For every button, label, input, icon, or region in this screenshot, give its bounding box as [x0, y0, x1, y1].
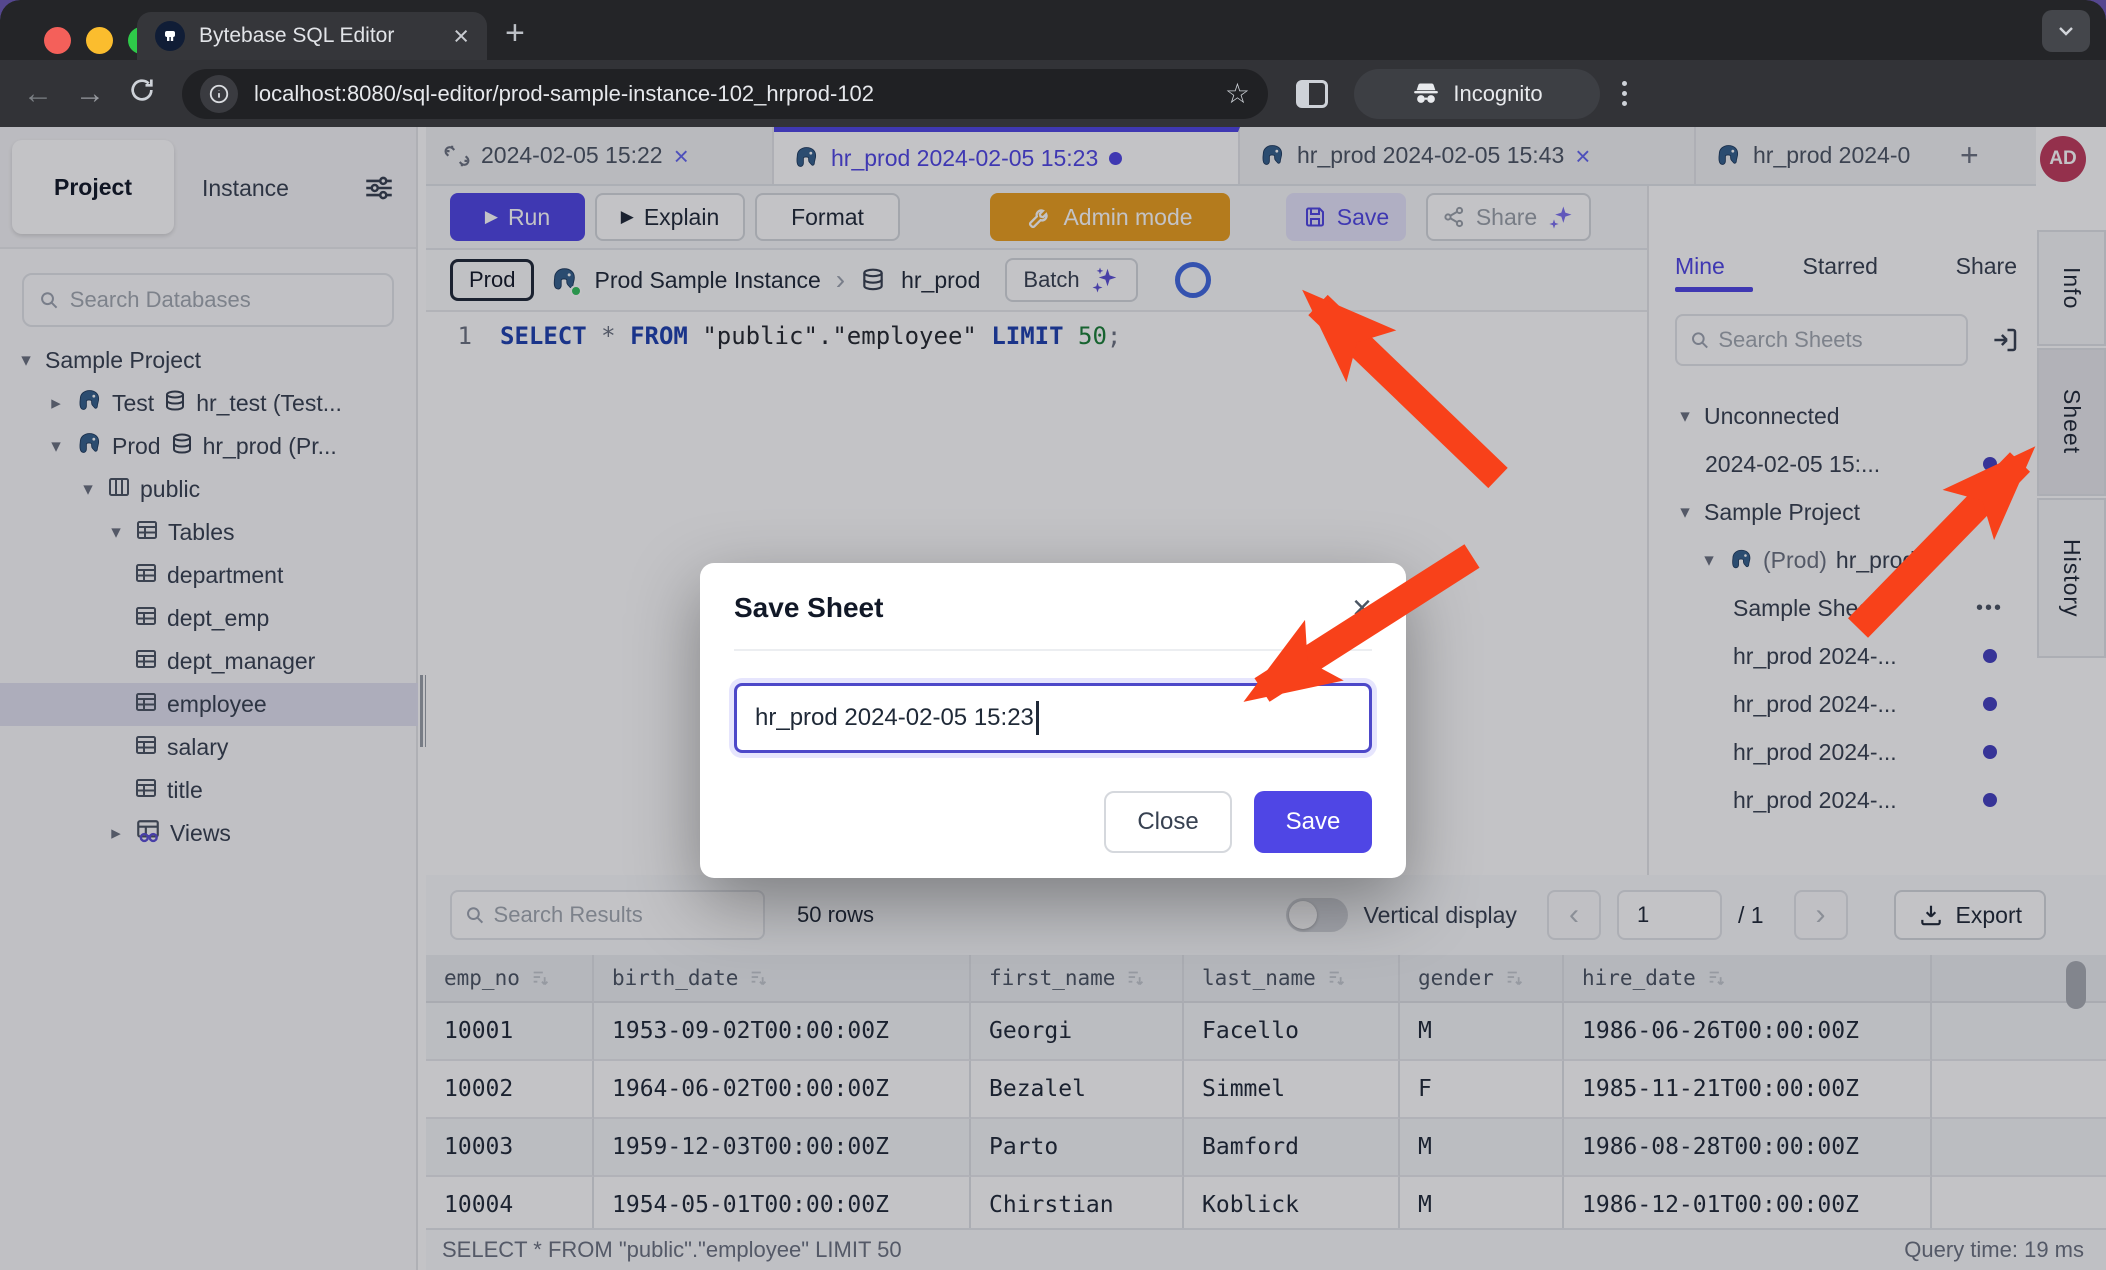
forward-button[interactable]: →: [64, 77, 116, 111]
browser-tab[interactable]: Bytebase SQL Editor ×: [137, 12, 487, 60]
site-info-icon[interactable]: [200, 75, 238, 113]
browser-tab-title: Bytebase SQL Editor: [199, 24, 439, 48]
back-button[interactable]: ←: [12, 77, 64, 111]
incognito-badge: Incognito: [1354, 69, 1600, 119]
text-cursor: [1036, 701, 1039, 735]
save-sheet-dialog: Save Sheet × hr_prod 2024-02-05 15:23 Cl…: [700, 563, 1406, 878]
dialog-divider: [734, 649, 1372, 651]
browser-menu-button[interactable]: [1622, 81, 1627, 106]
close-dialog-icon[interactable]: ×: [1352, 591, 1372, 625]
url-text[interactable]: localhost:8080/sql-editor/prod-sample-in…: [254, 81, 1209, 107]
reload-button[interactable]: [116, 76, 168, 112]
close-button[interactable]: Close: [1104, 791, 1232, 853]
new-browser-tab-button[interactable]: +: [505, 14, 525, 53]
bytebase-favicon: [155, 21, 185, 51]
browser-navbar: ← → localhost:8080/sql-editor/prod-sampl…: [0, 60, 2106, 127]
dialog-title: Save Sheet: [734, 592, 883, 624]
address-bar[interactable]: localhost:8080/sql-editor/prod-sample-in…: [182, 69, 1268, 119]
incognito-label: Incognito: [1453, 81, 1542, 107]
side-panel-icon[interactable]: [1296, 80, 1328, 108]
tab-search-chevron-button[interactable]: [2042, 10, 2090, 52]
close-window-button[interactable]: [44, 27, 71, 54]
chevron-down-icon: [2054, 19, 2078, 43]
browser-titlebar: Bytebase SQL Editor × +: [0, 0, 2106, 60]
close-tab-icon[interactable]: ×: [453, 23, 469, 50]
browser-window: Bytebase SQL Editor × + ← → localhost:80…: [0, 0, 2106, 1270]
incognito-icon: [1411, 79, 1441, 109]
bookmark-star-icon[interactable]: ☆: [1225, 77, 1250, 110]
minimize-window-button[interactable]: [86, 27, 113, 54]
save-sheet-button[interactable]: Save: [1254, 791, 1372, 853]
sheet-name-input[interactable]: hr_prod 2024-02-05 15:23: [734, 683, 1372, 753]
